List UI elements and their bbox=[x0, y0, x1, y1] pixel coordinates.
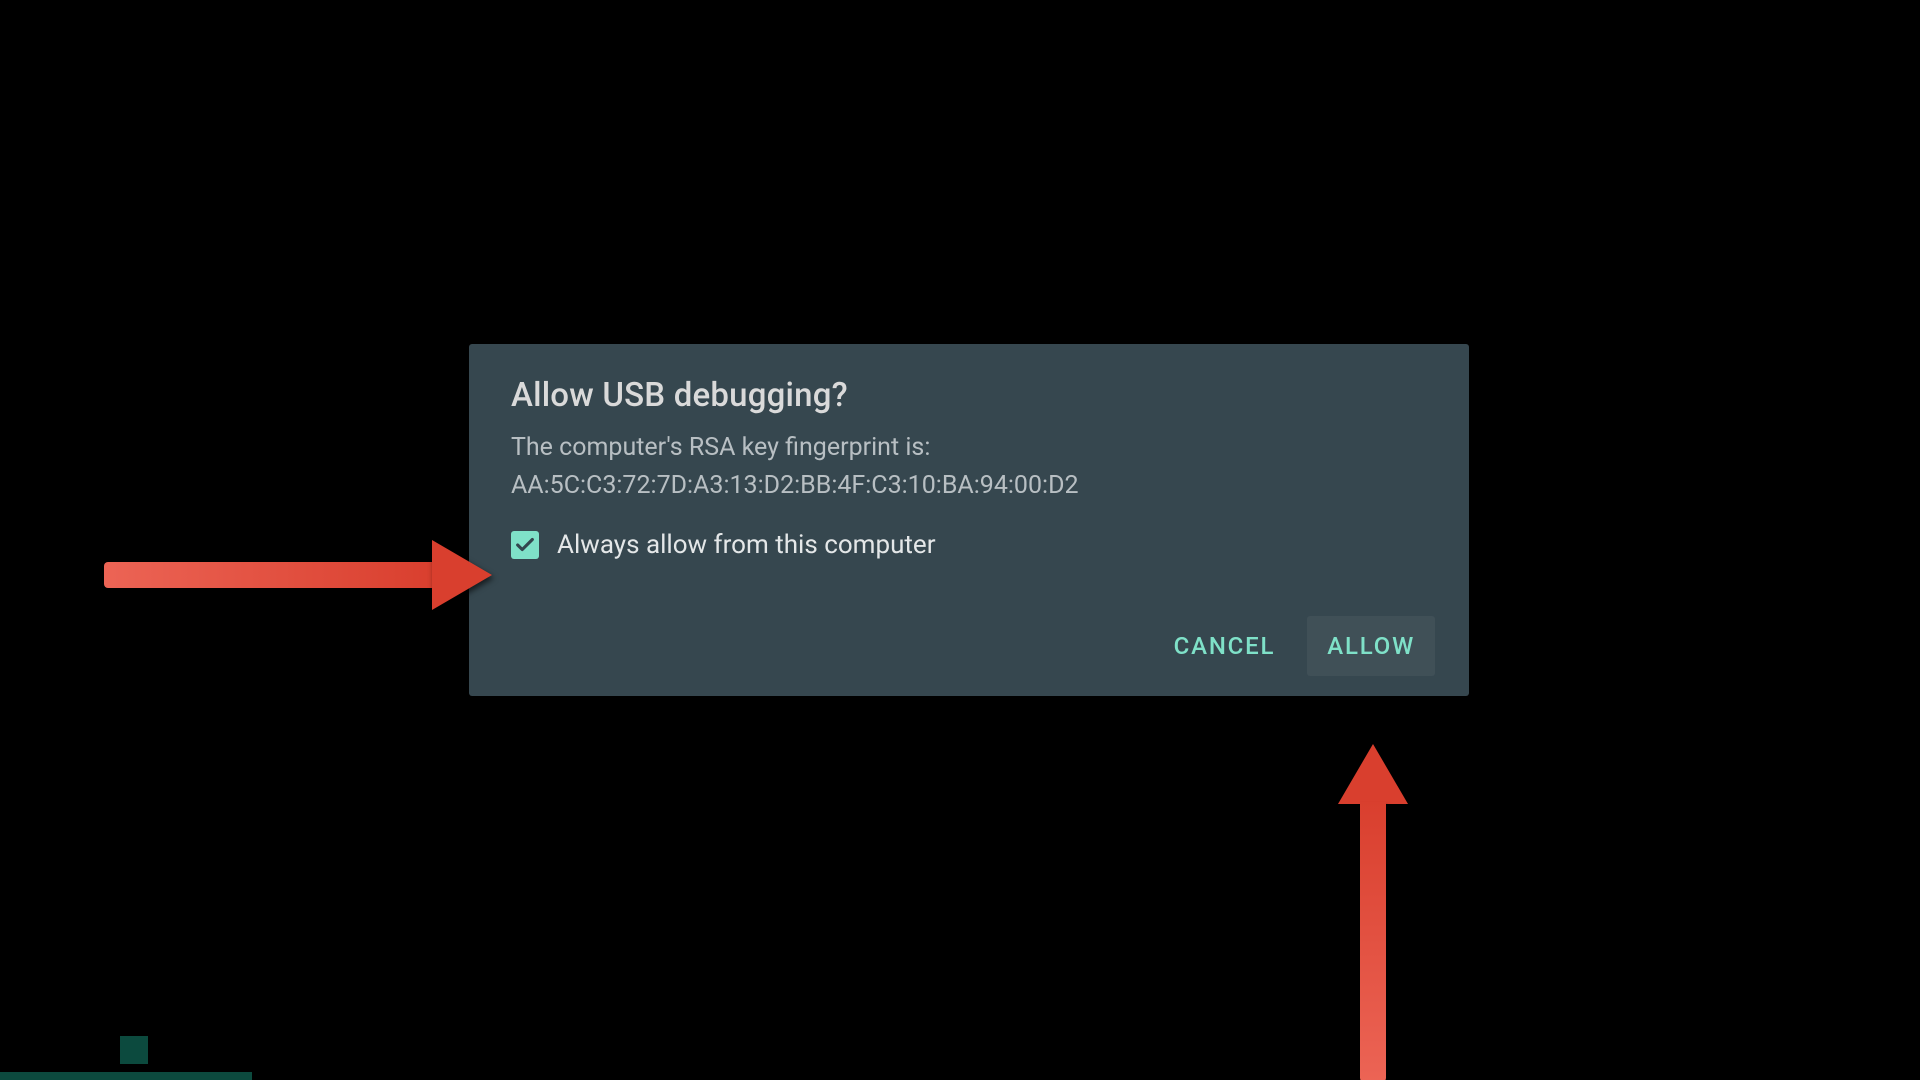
progress-marker bbox=[120, 1036, 148, 1064]
annotation-arrow-checkbox bbox=[104, 540, 494, 610]
dialog-title: Allow USB debugging? bbox=[511, 376, 1427, 415]
dialog-subtitle: The computer's RSA key fingerprint is: bbox=[511, 433, 930, 462]
progress-bar-fragment bbox=[0, 1072, 252, 1080]
always-allow-label[interactable]: Always allow from this computer bbox=[557, 530, 936, 560]
rsa-fingerprint: AA:5C:C3:72:7D:A3:13:D2:BB:4F:C3:10:BA:9… bbox=[511, 471, 1079, 500]
always-allow-checkbox[interactable] bbox=[511, 531, 539, 559]
screen: Allow USB debugging? The computer's RSA … bbox=[0, 0, 1920, 1080]
usb-debugging-dialog: Allow USB debugging? The computer's RSA … bbox=[469, 344, 1469, 696]
always-allow-row[interactable]: Always allow from this computer bbox=[511, 530, 1427, 560]
dialog-actions: CANCEL ALLOW bbox=[511, 616, 1435, 676]
cancel-button[interactable]: CANCEL bbox=[1154, 616, 1296, 676]
dialog-body: The computer's RSA key fingerprint is: A… bbox=[511, 429, 1427, 504]
allow-button[interactable]: ALLOW bbox=[1307, 616, 1435, 676]
annotation-arrow-allow bbox=[1338, 744, 1408, 1080]
check-icon bbox=[514, 534, 536, 556]
